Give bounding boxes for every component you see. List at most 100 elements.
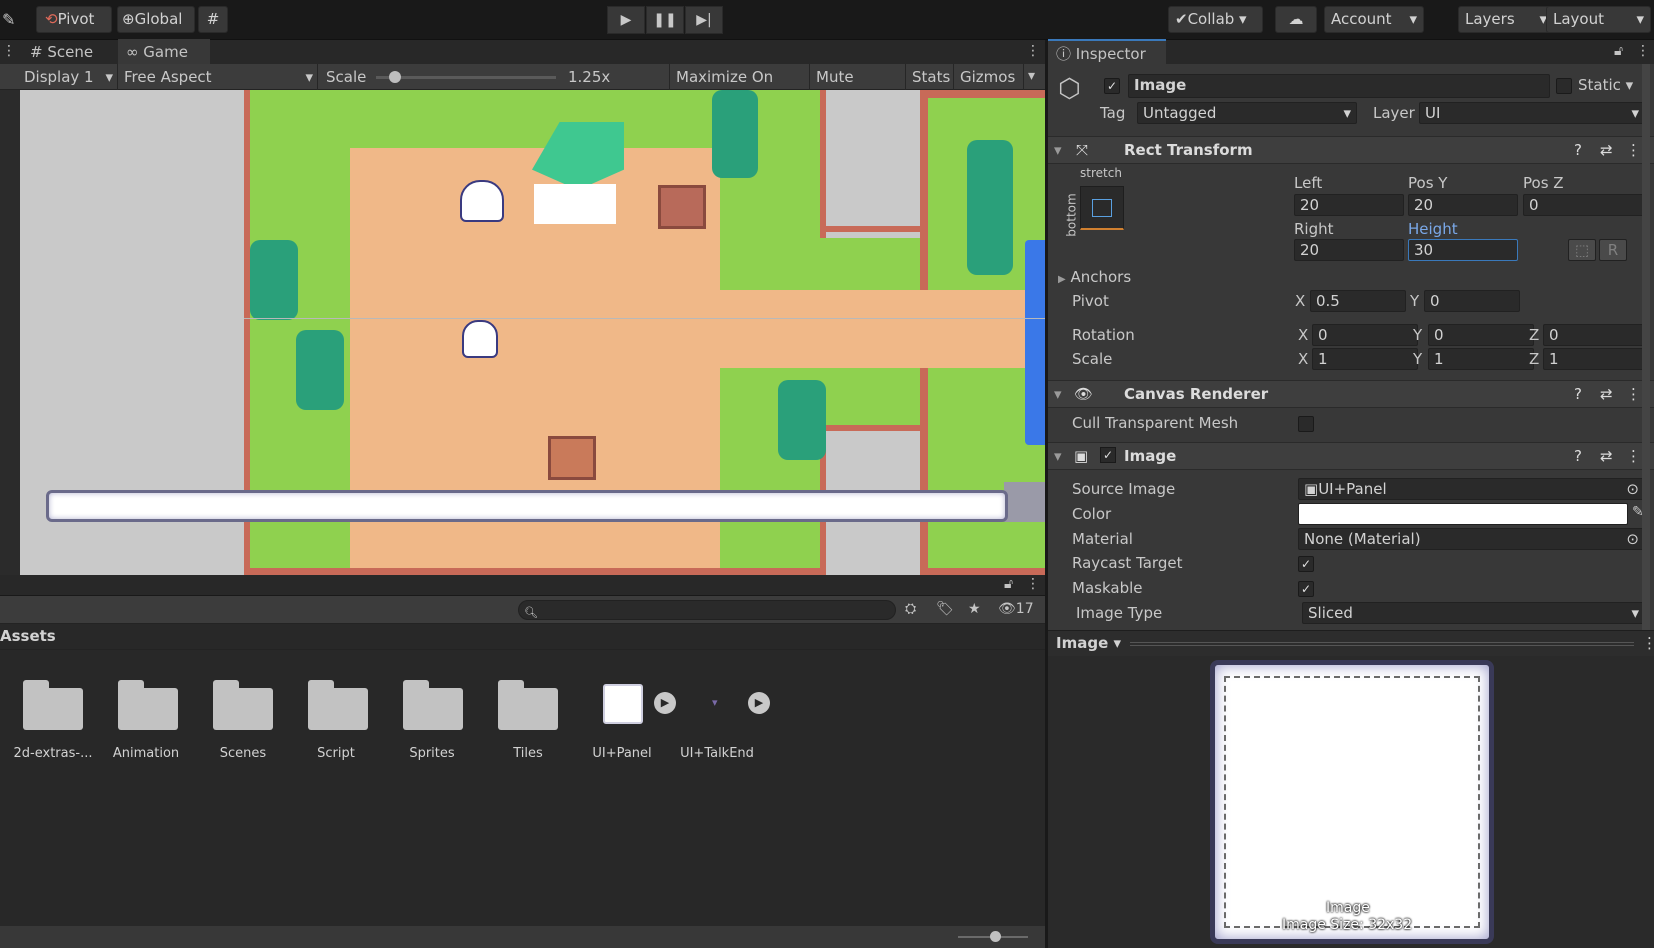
blueprint-mode-button[interactable]: ⬚: [1568, 239, 1596, 261]
game-toolbar: Display 1 ▾ Free Aspect ▾ Scale 1.25x Maxi…: [0, 64, 1045, 112]
scale-z-field[interactable]: 1: [1543, 348, 1645, 370]
rect-transform-header[interactable]: ▾ ⤧ Rect Transform ? ⇄ ⋮: [1048, 136, 1654, 164]
image-type-dropdown[interactable]: Sliced ▾: [1302, 602, 1645, 624]
filter-by-label-icon[interactable]: 🏷︎: [936, 601, 954, 617]
preview-drag-bar[interactable]: [1130, 642, 1634, 646]
expand-sprite-icon[interactable]: ▶: [748, 692, 770, 714]
breadcrumb-assets[interactable]: Assets: [0, 627, 56, 645]
anchor-presets-button[interactable]: [1080, 186, 1124, 230]
mute-audio-toggle[interactable]: Mute Audio: [810, 64, 906, 112]
maskable-checkbox[interactable]: ✓: [1298, 581, 1314, 597]
gizmos-toggle[interactable]: Gizmos: [954, 64, 1024, 90]
pivot-y-field[interactable]: 0: [1424, 290, 1520, 312]
inspector-scrollbar[interactable]: [1642, 64, 1650, 644]
image-enabled-checkbox[interactable]: ✓: [1100, 447, 1116, 463]
presets-icon[interactable]: ⇄: [1600, 385, 1613, 403]
folder-icon[interactable]: [23, 680, 83, 730]
object-name-field[interactable]: Image: [1128, 74, 1550, 98]
pivot-x-field[interactable]: 0.5: [1310, 290, 1406, 312]
cloud-button[interactable]: ☁: [1275, 6, 1317, 33]
help-icon[interactable]: ?: [1574, 385, 1582, 403]
active-checkbox[interactable]: ✓: [1104, 78, 1120, 94]
grid-snap-button[interactable]: #: [198, 6, 228, 33]
color-swatch[interactable]: [1298, 503, 1628, 525]
raycast-checkbox[interactable]: ✓: [1298, 556, 1314, 572]
rot-z-field[interactable]: 0: [1543, 324, 1645, 346]
tab-scene[interactable]: # Scene: [22, 39, 101, 65]
project-menu-icon[interactable]: ⋮: [1026, 576, 1040, 592]
tab-game[interactable]: ∞ Game: [118, 39, 210, 65]
right-field[interactable]: 20: [1294, 239, 1404, 261]
object-picker-icon[interactable]: ⊙: [1626, 529, 1639, 549]
folder-icon[interactable]: [498, 680, 558, 730]
expand-sprite-icon[interactable]: ▶: [654, 692, 676, 714]
account-dropdown[interactable]: Account ▾: [1324, 6, 1424, 33]
scale-z-value: 1: [1549, 350, 1559, 368]
anchors-foldout[interactable]: ▶ Anchors: [1058, 268, 1131, 286]
folder-icon[interactable]: [118, 680, 178, 730]
static-dropdown[interactable]: Static ▾: [1578, 76, 1633, 94]
step-button[interactable]: ▶|: [685, 6, 723, 34]
layer-dropdown[interactable]: UI ▾: [1419, 102, 1645, 124]
preview-menu-icon[interactable]: ⋮: [1642, 634, 1654, 652]
component-menu-icon[interactable]: ⋮: [1626, 141, 1641, 159]
cull-checkbox[interactable]: [1298, 416, 1314, 432]
folder-icon[interactable]: [308, 680, 368, 730]
scale-slider-thumb[interactable]: [389, 71, 401, 83]
raw-edit-button[interactable]: R: [1599, 239, 1627, 261]
inspector-menu-icon[interactable]: ⋮: [1636, 43, 1650, 59]
rect-transform-title: Rect Transform: [1124, 141, 1253, 159]
help-icon[interactable]: ?: [1574, 447, 1582, 465]
project-search-input[interactable]: 🔍︎: [518, 600, 896, 620]
pivot-toggle[interactable]: ⟲Pivot: [36, 6, 112, 33]
tools-icon[interactable]: ✎: [2, 10, 15, 29]
left-field[interactable]: 20: [1294, 194, 1404, 216]
height-field[interactable]: 30: [1408, 239, 1518, 261]
pause-button[interactable]: ❚❚: [646, 6, 684, 34]
folder-icon[interactable]: [403, 680, 463, 730]
gizmos-dropdown-icon[interactable]: ▾: [1028, 68, 1035, 84]
static-checkbox[interactable]: [1556, 78, 1572, 94]
posy-field[interactable]: 20: [1408, 194, 1518, 216]
layout-dropdown[interactable]: Layout ▾: [1546, 6, 1651, 33]
source-image-field[interactable]: ▣UI+Panel ⊙: [1298, 478, 1645, 500]
tag-dropdown[interactable]: Untagged ▾: [1137, 102, 1357, 124]
game-view[interactable]: [20, 90, 1045, 575]
play-button[interactable]: ▶: [607, 6, 645, 34]
component-menu-icon[interactable]: ⋮: [1626, 385, 1641, 403]
maximize-on-play-toggle[interactable]: Maximize On Play: [670, 64, 810, 112]
folder-icon[interactable]: [213, 680, 273, 730]
favorite-star-icon[interactable]: ★: [968, 601, 981, 617]
help-icon[interactable]: ?: [1574, 141, 1582, 159]
lock-icon[interactable]: 🔓︎: [1614, 43, 1623, 59]
hidden-packages-icon[interactable]: 👁︎17: [998, 601, 1034, 617]
aspect-dropdown[interactable]: Free Aspect ▾: [118, 64, 318, 90]
scale-x-field[interactable]: 1: [1312, 348, 1418, 370]
component-menu-icon[interactable]: ⋮: [1626, 447, 1641, 465]
object-picker-icon[interactable]: ⊙: [1626, 479, 1639, 499]
talkend-sprite-icon[interactable]: ▾: [712, 696, 718, 709]
scale-slider[interactable]: [376, 76, 556, 79]
material-field[interactable]: None (Material) ⊙: [1298, 528, 1645, 550]
presets-icon[interactable]: ⇄: [1600, 141, 1613, 159]
scale-y-field[interactable]: 1: [1428, 348, 1534, 370]
display-dropdown[interactable]: Display 1 ▾: [18, 64, 118, 90]
stats-toggle[interactable]: Stats: [906, 64, 954, 90]
canvas-renderer-header[interactable]: ▾ 👁︎ Canvas Renderer ? ⇄ ⋮: [1048, 380, 1654, 408]
lock-icon[interactable]: 🔓︎: [1004, 576, 1013, 592]
presets-icon[interactable]: ⇄: [1600, 447, 1613, 465]
zoom-slider-thumb[interactable]: [990, 931, 1001, 942]
global-toggle[interactable]: ⊕Global: [117, 6, 195, 33]
filter-by-type-icon[interactable]: ⛭: [905, 601, 916, 617]
rot-x-field[interactable]: 0: [1312, 324, 1418, 346]
image-component-header[interactable]: ▾ ▣ ✓ Image ? ⇄ ⋮: [1048, 442, 1654, 470]
layers-dropdown[interactable]: Layers ▾: [1458, 6, 1554, 33]
view-menu-icon[interactable]: ⋮: [1026, 43, 1040, 59]
collab-button[interactable]: ✔Collab ▾: [1168, 6, 1263, 33]
posz-field[interactable]: 0: [1523, 194, 1645, 216]
tab-inspector[interactable]: ⓘ Inspector: [1048, 39, 1166, 65]
rot-y-field[interactable]: 0: [1428, 324, 1534, 346]
preview-dropdown[interactable]: Image ▾: [1056, 634, 1121, 652]
dialog-panel-image[interactable]: [46, 490, 1008, 522]
ui-panel-sprite-icon[interactable]: [603, 684, 643, 724]
